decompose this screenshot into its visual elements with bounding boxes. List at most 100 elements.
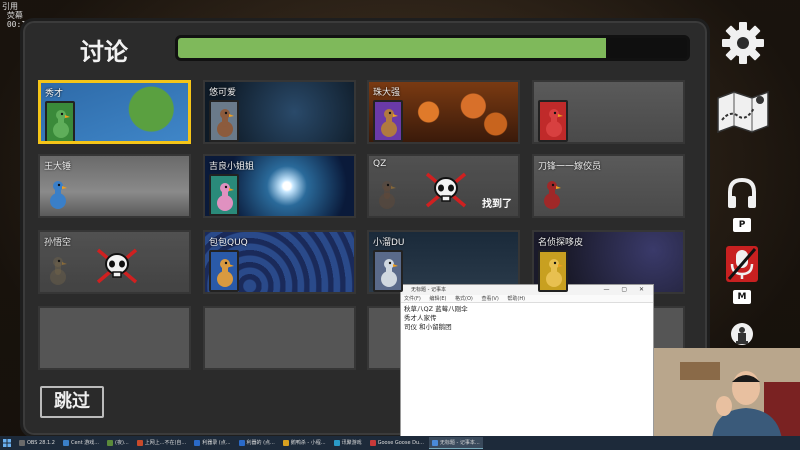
menu-edit[interactable]: 编辑(E) xyxy=(429,296,446,302)
player-name: 吉良小姐姐 xyxy=(209,162,255,172)
player-name: 珠大强 xyxy=(373,88,401,98)
player-avatar xyxy=(538,250,568,292)
taskbar-app-label: 利器录 (点... xyxy=(202,440,231,446)
goose-icon xyxy=(546,259,563,287)
goose-icon xyxy=(544,181,561,209)
start-button[interactable] xyxy=(0,437,14,449)
player-avatar xyxy=(209,100,239,142)
body-found-label: 找到了 xyxy=(482,199,512,210)
player-name: 王大锤 xyxy=(44,162,72,172)
app-icon xyxy=(136,440,143,446)
player-name: 孙悟空 xyxy=(44,238,72,248)
player-avatar xyxy=(209,174,239,216)
map-icon[interactable] xyxy=(714,86,772,134)
app-icon xyxy=(62,440,69,446)
player-name: QZ xyxy=(373,159,387,169)
goose-icon xyxy=(381,109,398,137)
taskbar-app-label: Cent 游戏... xyxy=(70,440,100,446)
goose-icon xyxy=(50,181,67,209)
player-name: 秀才 xyxy=(45,89,64,99)
taskbar-app[interactable]: 讯聚游戏 xyxy=(331,437,365,449)
muted-microphone-icon[interactable] xyxy=(724,244,760,284)
player-name: 悠可爱 xyxy=(209,88,237,98)
notepad-text-area[interactable]: 秋草八QZ 蓝莓八刚伞 秀才人家传 司仪 和小留鹅团 xyxy=(401,303,653,334)
player-card[interactable]: 珠大强 xyxy=(367,80,520,144)
player-card[interactable]: 孙悟空 xyxy=(38,230,191,294)
app-icon xyxy=(238,440,245,446)
taskbar-app[interactable]: 上网上...不在(自... xyxy=(134,437,190,449)
empty-player-slot xyxy=(38,306,191,370)
player-name: 刀锋一一嫁佼员 xyxy=(538,162,602,172)
goose-icon xyxy=(217,259,234,287)
goose-icon xyxy=(546,109,563,137)
goose-icon xyxy=(53,110,70,138)
notepad-window[interactable]: 无标题 - 记事本 — ▢ ✕ 文件(F) 编辑(E) 格式(O) 查看(V) … xyxy=(400,284,654,440)
taskbar-app-label: OBS 28.1.2 xyxy=(27,440,55,446)
taskbar-app[interactable]: 鹅鸭杀 - 小程... xyxy=(280,437,329,449)
discussion-timer-bar xyxy=(175,35,690,61)
player-card[interactable]: 刀锋一一嫁佼员 xyxy=(532,154,685,218)
player-card[interactable]: 秀才 xyxy=(38,80,191,144)
taskbar-app[interactable]: OBS 28.1.2 xyxy=(16,437,58,449)
player-avatar xyxy=(44,250,74,292)
player-name: 名侦探哆皮 xyxy=(538,238,584,248)
taskbar-app-label: 利器的 (点... xyxy=(246,440,275,446)
goose-icon xyxy=(379,181,396,209)
menu-format[interactable]: 格式(O) xyxy=(455,296,473,302)
webcam-feed xyxy=(654,348,800,440)
notepad-title: 无标题 - 记事本 xyxy=(411,287,446,293)
taskbar-app-label: Goose Goose Du... xyxy=(377,440,424,446)
goose-icon xyxy=(381,259,398,287)
app-icon xyxy=(19,440,25,446)
notepad-line: 秋草八QZ 蓝莓八刚伞 xyxy=(404,305,468,313)
notepad-titlebar: 无标题 - 记事本 — ▢ ✕ xyxy=(401,285,653,295)
windows-icon xyxy=(3,439,11,447)
page-title: 讨论 xyxy=(80,38,128,66)
notepad-line: 秀才人家传 xyxy=(404,314,437,322)
menu-file[interactable]: 文件(F) xyxy=(404,296,421,302)
app-icon xyxy=(333,440,340,446)
taskbar-app[interactable]: 利器录 (点... xyxy=(191,437,233,449)
taskbar-app[interactable]: (夜)... xyxy=(104,437,132,449)
player-avatar xyxy=(538,174,568,216)
menu-help[interactable]: 帮助(H) xyxy=(507,296,525,302)
app-icon xyxy=(431,439,438,446)
taskbar-app-label: (夜)... xyxy=(115,440,129,446)
goose-icon xyxy=(50,257,67,285)
app-icon xyxy=(282,440,289,446)
player-avatar xyxy=(44,174,74,216)
player-avatar xyxy=(209,250,239,292)
player-avatar xyxy=(373,174,403,216)
player-avatar xyxy=(45,101,75,141)
taskbar-app[interactable]: Cent 游戏... xyxy=(60,437,102,449)
player-card[interactable]: 王大锤 xyxy=(38,154,191,218)
gear-icon[interactable] xyxy=(720,20,766,66)
taskbar-app[interactable]: 利器的 (点... xyxy=(236,437,278,449)
taskbar-app-label: 上网上...不在(自... xyxy=(144,440,187,446)
player-card[interactable]: 吉良小姐姐 xyxy=(203,154,356,218)
goose-icon xyxy=(217,183,234,211)
taskbar-app[interactable]: 无标题 - 记事本... xyxy=(428,437,483,449)
taskbar-app-label: 鹅鸭杀 - 小程... xyxy=(290,440,326,446)
goose-icon xyxy=(217,109,234,137)
mute-key-label: M xyxy=(733,290,751,304)
headphones-icon[interactable] xyxy=(726,176,758,210)
deafen-key-label: P xyxy=(733,218,751,232)
skip-vote-button[interactable]: 跳过 xyxy=(40,386,104,418)
player-card[interactable]: QZ 找到了 xyxy=(367,154,520,218)
player-name: 小溜DU xyxy=(373,238,405,248)
player-avatar xyxy=(373,100,403,142)
timer-fill xyxy=(178,38,606,58)
empty-player-slot xyxy=(203,306,356,370)
player-card[interactable]: 悠可爱 xyxy=(203,80,356,144)
window-controls[interactable]: — ▢ ✕ xyxy=(603,285,649,295)
menu-view[interactable]: 查看(V) xyxy=(481,296,498,302)
skull-dead-icon xyxy=(425,172,467,208)
taskbar: OBS 28.1.2 Cent 游戏... (夜)... 上网上...不在(自... 利… xyxy=(0,436,800,450)
player-card[interactable] xyxy=(532,80,685,144)
taskbar-app[interactable]: Goose Goose Du... xyxy=(367,437,427,449)
player-card[interactable]: 包包QUQ xyxy=(203,230,356,294)
taskbar-app-label: 讯聚游戏 xyxy=(341,440,362,446)
player-name: 包包QUQ xyxy=(209,238,248,248)
app-icon xyxy=(194,440,201,446)
